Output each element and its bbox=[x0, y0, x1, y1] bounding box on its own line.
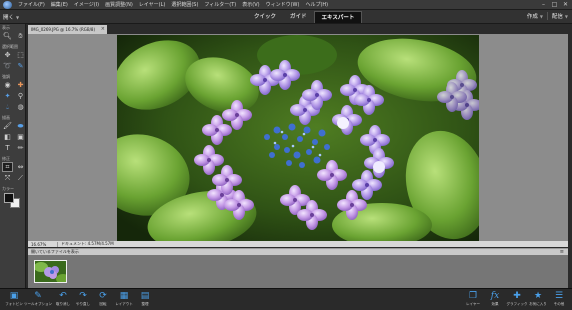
photo-bin-header: 開いているファイルを表示 ≡ bbox=[28, 248, 568, 255]
menu-select[interactable]: 選択範囲(S) bbox=[168, 1, 201, 8]
redo-icon: ↷ bbox=[79, 291, 87, 301]
thumbnail-image bbox=[35, 261, 66, 282]
undo-icon: ↶ bbox=[59, 291, 67, 301]
menu-file[interactable]: ファイル(F) bbox=[15, 1, 48, 8]
tab-guided[interactable]: ガイド bbox=[283, 11, 314, 23]
status-bar: 16.67% ドキュメント: 4.57M/4.57M bbox=[28, 241, 568, 247]
move-tool-icon[interactable]: ✥ bbox=[2, 50, 13, 60]
create-button[interactable]: 作成 ▼ bbox=[526, 12, 543, 21]
zoom-level[interactable]: 16.67% bbox=[28, 241, 58, 247]
favorites-icon: ★ bbox=[533, 291, 543, 301]
spot-healing-tool-icon[interactable]: ✚ bbox=[15, 80, 26, 90]
marquee-tool-icon[interactable]: ⬚ bbox=[15, 50, 26, 60]
clone-stamp-tool-icon[interactable]: ⚲ bbox=[15, 91, 26, 101]
photo-bin-icon: ▣ bbox=[9, 291, 19, 301]
divider bbox=[546, 12, 548, 20]
maximize-icon[interactable]: □ bbox=[550, 1, 559, 8]
toolbox: 表示 🔍︎ ✋︎ 選択範囲 ✥ ⬚ ➰ ✎ 強調 ◉ ✚ ✦ ⚲ 💧︎ ◍ 描画… bbox=[0, 24, 26, 288]
menu-enhance[interactable]: 画質調整(N) bbox=[102, 1, 136, 8]
close-icon[interactable]: × bbox=[101, 25, 105, 34]
graphics-button[interactable]: ✚ グラフィック bbox=[506, 291, 528, 309]
tool-options-button[interactable]: ✎ ツールオプション bbox=[24, 291, 52, 309]
eraser-tool-icon[interactable]: ◧ bbox=[2, 132, 13, 142]
share-label: 配信 bbox=[551, 14, 563, 20]
mode-tabs: クイック ガイド エキスパート bbox=[247, 11, 363, 23]
layout-button[interactable]: ▦ レイアウト bbox=[113, 291, 135, 309]
menu-help[interactable]: ヘルプ(H) bbox=[302, 1, 331, 8]
favorites-button[interactable]: ★ お気に入り bbox=[527, 291, 549, 309]
organizer-icon: ▤ bbox=[140, 291, 150, 301]
straighten-tool-icon[interactable]: ⟋ bbox=[15, 173, 26, 183]
type-tool-icon[interactable]: T bbox=[2, 143, 13, 153]
hydrangea-photo bbox=[117, 35, 479, 241]
rotate-button[interactable]: ⟳ 回転 bbox=[92, 291, 114, 309]
rotate-icon: ⟳ bbox=[99, 291, 107, 301]
menu-bar: ファイル(F) 編集(E) イメージ(I) 画質調整(N) レイヤー(L) 選択… bbox=[0, 0, 572, 10]
organizer-button[interactable]: ▤ 整理 bbox=[134, 291, 156, 309]
zoom-tool-icon[interactable]: 🔍︎ bbox=[2, 31, 13, 41]
red-eye-tool-icon[interactable]: ◉ bbox=[2, 80, 13, 90]
hand-tool-icon[interactable]: ✋︎ bbox=[15, 31, 26, 41]
more-button[interactable]: ☰ その他 bbox=[548, 291, 570, 309]
chevron-down-icon: ▼ bbox=[16, 14, 20, 20]
menu-view[interactable]: 表示(V) bbox=[239, 1, 262, 8]
minimize-icon[interactable]: – bbox=[539, 1, 548, 8]
photo-thumbnail[interactable] bbox=[34, 260, 67, 283]
document-tab[interactable]: IMG_0269.JPG @ 16.7% (RGB/8) × bbox=[28, 25, 107, 34]
layout-icon: ▦ bbox=[119, 291, 129, 301]
create-label: 作成 bbox=[526, 14, 538, 20]
photo-canvas[interactable] bbox=[117, 35, 479, 241]
quick-select-tool-icon[interactable]: ✎ bbox=[15, 61, 26, 71]
open-label: 開く bbox=[3, 15, 15, 21]
app-logo-icon bbox=[3, 0, 12, 9]
more-icon: ☰ bbox=[554, 291, 564, 301]
sponge-tool-icon[interactable]: ◍ bbox=[15, 102, 26, 112]
mode-bar: 開く ▼ クイック ガイド エキスパート 作成 ▼ 配信 ▼ bbox=[0, 10, 572, 24]
graphics-icon: ✚ bbox=[513, 291, 521, 301]
layers-button[interactable]: ❐ レイヤー bbox=[462, 291, 484, 309]
tool-options-icon: ✎ bbox=[34, 291, 42, 301]
photo-bin bbox=[28, 255, 568, 288]
tab-expert[interactable]: エキスパート bbox=[313, 11, 363, 23]
menu-layer[interactable]: レイヤー(L) bbox=[136, 1, 169, 8]
content-aware-move-tool-icon[interactable]: ⤧ bbox=[2, 173, 13, 183]
shape-tool-icon[interactable]: ⬬ bbox=[15, 121, 26, 131]
tab-quick[interactable]: クイック bbox=[247, 11, 283, 23]
share-button[interactable]: 配信 ▼ bbox=[551, 12, 568, 21]
blur-tool-icon[interactable]: 💧︎ bbox=[2, 102, 13, 112]
taskbar: ▣ フォトビン ✎ ツールオプション ↶ 取り消し ↷ やり直し ⟳ 回転 ▦ … bbox=[0, 288, 572, 310]
mode-bar-right: 作成 ▼ 配信 ▼ bbox=[527, 12, 568, 20]
document-tab-label: IMG_0269.JPG @ 16.7% (RGB/8) bbox=[31, 27, 96, 32]
smart-brush-tool-icon[interactable]: ✦ bbox=[2, 91, 13, 101]
pencil-tool-icon[interactable]: ✏︎ bbox=[15, 143, 26, 153]
paint-bucket-tool-icon[interactable]: ▣ bbox=[15, 132, 26, 142]
close-icon[interactable]: ✕ bbox=[561, 1, 570, 8]
chevron-down-icon: ▼ bbox=[539, 13, 543, 19]
foreground-color[interactable] bbox=[4, 193, 14, 203]
menu-image[interactable]: イメージ(I) bbox=[71, 1, 102, 8]
color-swatches[interactable] bbox=[4, 193, 22, 209]
chevron-down-icon: ▼ bbox=[564, 13, 568, 19]
open-button[interactable]: 開く ▼ bbox=[3, 13, 20, 22]
photo-bin-button[interactable]: ▣ フォトビン bbox=[3, 291, 25, 309]
window-controls: – □ ✕ bbox=[539, 1, 570, 8]
tool-group-color: カラー bbox=[2, 186, 14, 191]
effects-button[interactable]: fx 効果 bbox=[484, 291, 506, 309]
crop-tool-icon[interactable]: ⌗ bbox=[2, 162, 13, 172]
effects-icon: fx bbox=[490, 291, 500, 301]
undo-button[interactable]: ↶ 取り消し bbox=[52, 291, 74, 309]
canvas-area[interactable] bbox=[28, 34, 568, 241]
menu-window[interactable]: ウィンドウ(W) bbox=[263, 1, 303, 8]
brush-tool-icon[interactable]: 🖌︎ bbox=[2, 121, 13, 131]
redo-button[interactable]: ↷ やり直し bbox=[72, 291, 94, 309]
recompose-tool-icon[interactable]: ⇔ bbox=[15, 162, 26, 172]
document-info: ドキュメント: 4.57M/4.57M bbox=[61, 241, 114, 246]
layers-icon: ❐ bbox=[468, 291, 478, 301]
menu-edit[interactable]: 編集(E) bbox=[48, 1, 71, 8]
menu-filter[interactable]: フィルター(T) bbox=[201, 1, 239, 8]
lasso-tool-icon[interactable]: ➰ bbox=[2, 61, 13, 71]
